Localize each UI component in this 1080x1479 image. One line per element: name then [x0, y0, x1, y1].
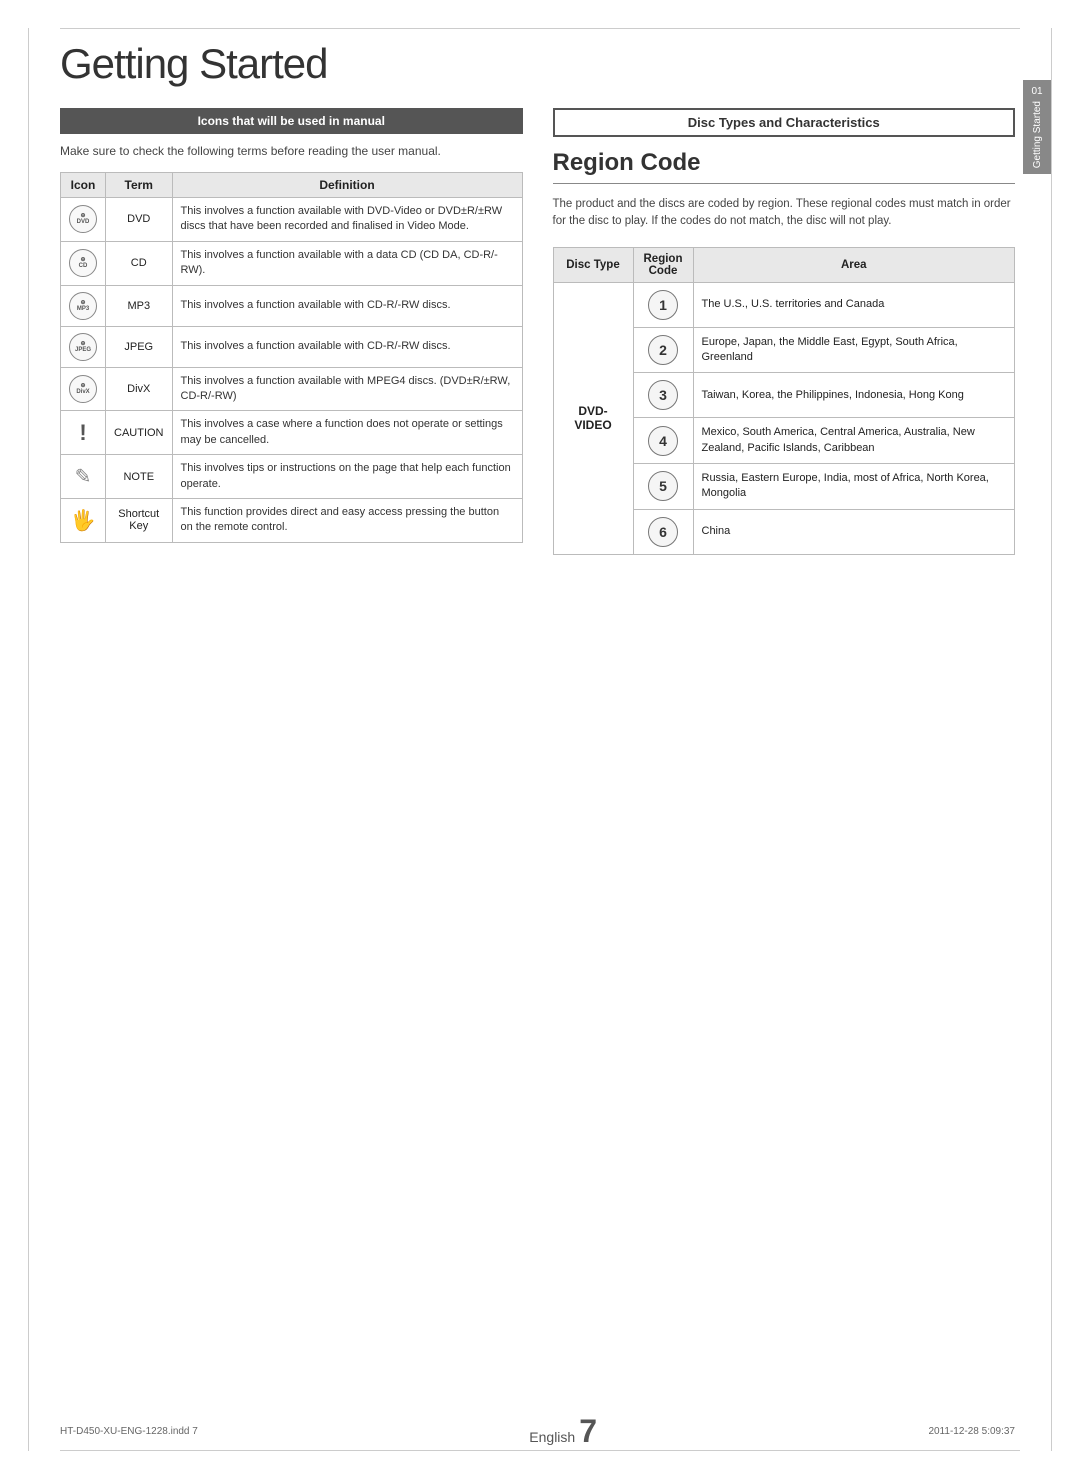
- caution-icon: !: [79, 420, 86, 445]
- page-border-left: [28, 28, 29, 1451]
- definition-cell: This involves a function available with …: [172, 367, 522, 411]
- footer-right: 2011-12-28 5:09:37: [928, 1426, 1015, 1437]
- definition-cell: This involves a function available with …: [172, 198, 522, 242]
- region-area-cell: China: [693, 509, 1015, 554]
- two-column-layout: Icons that will be used in manual Make s…: [60, 108, 1015, 555]
- term-cell: DivX: [106, 367, 173, 411]
- region-col-disc: Disc Type: [553, 247, 633, 282]
- main-content: Getting Started Icons that will be used …: [60, 40, 1015, 1439]
- icon-cell: ⊕MP3: [61, 285, 106, 326]
- term-cell: NOTE: [106, 455, 173, 499]
- icon-table-row: ! CAUTIONThis involves a case where a fun…: [61, 411, 523, 455]
- right-section-header: Disc Types and Characteristics: [553, 108, 1016, 137]
- definition-cell: This involves a function available with …: [172, 285, 522, 326]
- region-col-area: Area: [693, 247, 1015, 282]
- region-number: 4: [648, 426, 678, 456]
- page-word: English: [529, 1429, 575, 1445]
- icon-cell: ⊕CD: [61, 241, 106, 285]
- region-area-cell: The U.S., U.S. territories and Canada: [693, 282, 1015, 327]
- note-icon: ✎: [75, 466, 92, 488]
- region-number: 3: [648, 380, 678, 410]
- definition-cell: This involves a function available with …: [172, 241, 522, 285]
- icon-cell: !: [61, 411, 106, 455]
- region-code-cell: 2: [633, 327, 693, 373]
- page-title: Getting Started: [60, 40, 1015, 88]
- icon-cell: 🖐: [61, 498, 106, 542]
- region-area-cell: Mexico, South America, Central America, …: [693, 418, 1015, 464]
- term-cell: DVD: [106, 198, 173, 242]
- icon-table-row: ⊕DVD DVDThis involves a function availabl…: [61, 198, 523, 242]
- page-number-area: English 7: [529, 1415, 597, 1447]
- disc-icon: ⊕JPEG: [69, 333, 97, 361]
- region-number: 5: [648, 471, 678, 501]
- disc-icon: ⊕CD: [69, 249, 97, 277]
- disc-icon: ⊕DVD: [69, 205, 97, 233]
- icon-table-row: ✎ NOTEThis involves tips or instructions …: [61, 455, 523, 499]
- icon-table-row: ⊕CD CDThis involves a function available …: [61, 241, 523, 285]
- region-code-cell: 3: [633, 373, 693, 418]
- region-code-title: Region Code: [553, 149, 1016, 184]
- term-cell: MP3: [106, 285, 173, 326]
- icon-table-row: ⊕MP3 MP3This involves a function availabl…: [61, 285, 523, 326]
- left-column: Icons that will be used in manual Make s…: [60, 108, 523, 543]
- definition-cell: This involves a case where a function do…: [172, 411, 522, 455]
- side-tab-label: Getting Started: [1031, 101, 1044, 168]
- page-border-bottom: [60, 1450, 1020, 1451]
- region-area-cell: Taiwan, Korea, the Philippines, Indonesi…: [693, 373, 1015, 418]
- region-table-row: DVD-VIDEO1The U.S., U.S. territories and…: [553, 282, 1015, 327]
- region-area-cell: Russia, Eastern Europe, India, most of A…: [693, 464, 1015, 510]
- region-area-cell: Europe, Japan, the Middle East, Egypt, S…: [693, 327, 1015, 373]
- region-code-cell: 5: [633, 464, 693, 510]
- icon-table-row: 🖐 Shortcut KeyThis function provides dire…: [61, 498, 523, 542]
- col-definition: Definition: [172, 173, 522, 198]
- col-term: Term: [106, 173, 173, 198]
- region-col-code: RegionCode: [633, 247, 693, 282]
- icon-table-row: ⊕JPEG JPEGThis involves a function availa…: [61, 326, 523, 367]
- icon-cell: ⊕DivX: [61, 367, 106, 411]
- disc-icon: ⊕MP3: [69, 292, 97, 320]
- region-code-cell: 6: [633, 509, 693, 554]
- col-icon: Icon: [61, 173, 106, 198]
- page-number: 7: [579, 1415, 597, 1447]
- region-intro-text: The product and the discs are coded by r…: [553, 196, 1016, 231]
- icon-cell: ⊕DVD: [61, 198, 106, 242]
- left-section-header: Icons that will be used in manual: [60, 108, 523, 134]
- disc-type-cell: DVD-VIDEO: [553, 282, 633, 554]
- icon-cell: ✎: [61, 455, 106, 499]
- right-column: Disc Types and Characteristics Region Co…: [553, 108, 1016, 555]
- term-cell: CD: [106, 241, 173, 285]
- region-table: Disc Type RegionCode Area DVD-VIDEO1The …: [553, 247, 1016, 555]
- side-tab-number: 01: [1031, 86, 1042, 97]
- region-number: 1: [648, 290, 678, 320]
- shortcut-icon: 🖐: [71, 510, 96, 532]
- disc-icon: ⊕DivX: [69, 375, 97, 403]
- footer: HT-D450-XU-ENG-1228.indd 7 English 7 201…: [60, 1415, 1015, 1447]
- page-border-top: [60, 28, 1020, 29]
- footer-left: HT-D450-XU-ENG-1228.indd 7: [60, 1426, 198, 1437]
- term-cell: Shortcut Key: [106, 498, 173, 542]
- region-code-cell: 4: [633, 418, 693, 464]
- side-tab: 01 Getting Started: [1023, 80, 1051, 174]
- term-cell: JPEG: [106, 326, 173, 367]
- icon-cell: ⊕JPEG: [61, 326, 106, 367]
- region-number: 2: [648, 335, 678, 365]
- definition-cell: This involves tips or instructions on th…: [172, 455, 522, 499]
- definition-cell: This involves a function available with …: [172, 326, 522, 367]
- definition-cell: This function provides direct and easy a…: [172, 498, 522, 542]
- intro-text: Make sure to check the following terms b…: [60, 142, 523, 160]
- icon-table-row: ⊕DivX DivXThis involves a function availa…: [61, 367, 523, 411]
- icons-table: Icon Term Definition ⊕DVDDVDThis involve…: [60, 172, 523, 543]
- region-code-cell: 1: [633, 282, 693, 327]
- page-border-right: [1051, 28, 1052, 1451]
- region-number: 6: [648, 517, 678, 547]
- term-cell: CAUTION: [106, 411, 173, 455]
